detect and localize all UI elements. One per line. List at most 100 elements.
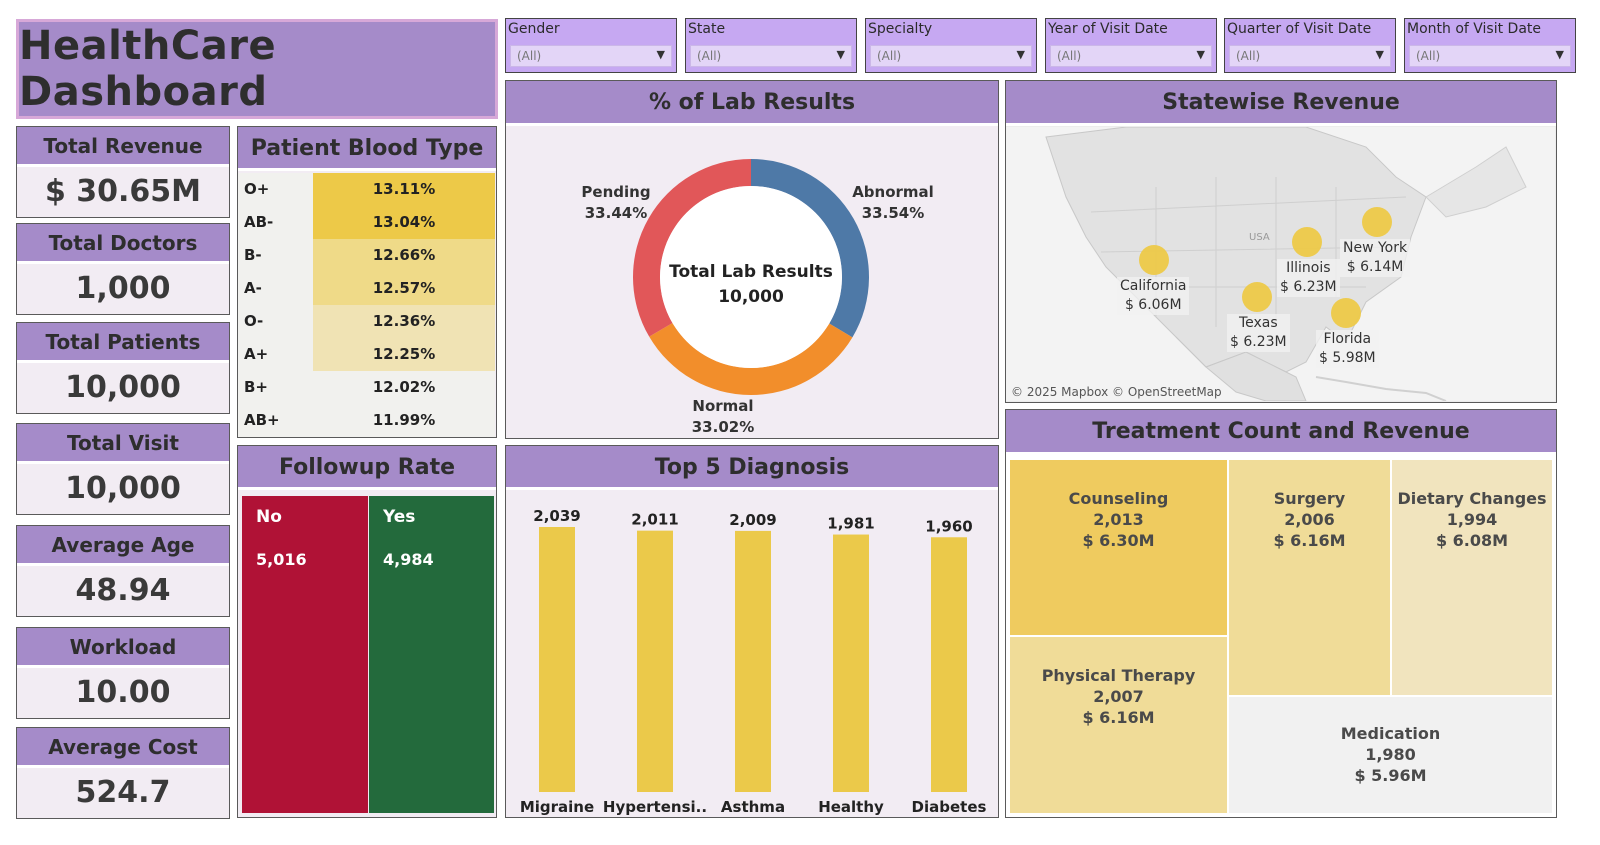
kpi-value: 1,000: [75, 271, 171, 306]
diagnosis-data-label: 2,009: [729, 511, 776, 529]
map-canvas[interactable]: USA California $ 6.06M Illinois $ 6.23M Ne…: [1006, 127, 1555, 401]
diagnosis-data-label: 1,960: [925, 517, 972, 535]
blood-type-row[interactable]: B+ 12.02%: [238, 371, 495, 404]
diagnosis-bar[interactable]: [637, 530, 673, 792]
blood-type-name: O+: [244, 180, 270, 198]
kpi-total-doctors: Total Doctors 1,000: [16, 223, 230, 315]
diagnosis-bar-chart: 2,039 Migraine 2,011 Hypertensi.. 2,009 Asthm…: [520, 507, 987, 816]
diagnosis-bar[interactable]: [735, 530, 771, 792]
treemap-cell-dietary-changes[interactable]: Dietary Changes 1,994 $ 6.08M: [1392, 460, 1554, 697]
blood-type-name: A-: [244, 279, 262, 297]
kpi-label: Total Visit: [17, 424, 229, 464]
filter-specialty[interactable]: Specialty (All) ▼: [865, 18, 1037, 73]
diagnosis-bar[interactable]: [931, 537, 967, 792]
blood-type-row[interactable]: AB- 13.04%: [238, 206, 495, 239]
panel-title: Patient Blood Type: [238, 127, 496, 171]
filter-gender[interactable]: Gender (All) ▼: [505, 18, 677, 73]
followup-no-block[interactable]: No 5,016: [242, 496, 368, 813]
filter-month[interactable]: Month of Visit Date (All) ▼: [1404, 18, 1576, 73]
filter-label: Gender: [508, 21, 560, 37]
map-label-texas: Texas $ 6.23M: [1227, 314, 1290, 352]
blood-type-row[interactable]: A+ 12.25%: [238, 338, 495, 371]
diagnosis-category-label: Asthma: [721, 798, 785, 816]
treemap-cell-physical-therapy[interactable]: Physical Therapy 2,007 $ 6.16M: [1010, 637, 1229, 815]
chevron-down-icon[interactable]: ▼: [837, 48, 845, 61]
followup-yes-value: 4,984: [383, 550, 434, 569]
filter-select[interactable]: (All) ▼: [1229, 45, 1391, 67]
followup-yes-block[interactable]: Yes 4,984: [369, 496, 494, 813]
blood-type-pct: 12.66%: [313, 239, 495, 272]
filter-select[interactable]: (All) ▼: [1050, 45, 1212, 67]
filter-state[interactable]: State (All) ▼: [685, 18, 857, 73]
panel-title: Treatment Count and Revenue: [1006, 410, 1556, 455]
diagnosis-category-label: Healthy: [818, 798, 884, 816]
chevron-down-icon[interactable]: ▼: [1197, 48, 1205, 61]
kpi-value: 10,000: [65, 471, 181, 506]
blood-type-row[interactable]: B- 12.66%: [238, 239, 495, 272]
panel-title: Statewise Revenue: [1006, 81, 1556, 126]
dashboard-title: HealthCare Dashboard: [19, 23, 277, 115]
kpi-value: $ 30.65M: [44, 174, 202, 209]
kpi-total-patients: Total Patients 10,000: [16, 322, 230, 414]
map-panel: Statewise Revenue USA California $ 6.06M …: [1005, 80, 1557, 403]
blood-type-name: B+: [244, 378, 269, 396]
kpi-total-visit: Total Visit 10,000: [16, 423, 230, 515]
blood-type-name: AB+: [244, 411, 280, 429]
land-shape: [1425, 146, 1527, 218]
filter-select[interactable]: (All) ▼: [510, 45, 672, 67]
blood-type-row[interactable]: AB+ 11.99%: [238, 404, 495, 437]
map-label-florida: Florida $ 5.98M: [1316, 330, 1379, 368]
blood-type-row[interactable]: O- 12.36%: [238, 305, 495, 338]
blood-type-name: AB-: [244, 213, 274, 231]
diagnosis-category-label: Hypertensi..: [603, 798, 707, 816]
treemap-cell-surgery[interactable]: Surgery 2,006 $ 6.16M: [1229, 460, 1392, 697]
kpi-average-age: Average Age 48.94: [16, 525, 230, 617]
filter-label: Specialty: [868, 21, 933, 37]
blood-type-row[interactable]: A- 12.57%: [238, 272, 495, 305]
chevron-down-icon[interactable]: ▼: [1556, 48, 1564, 61]
diagnosis-bar[interactable]: [539, 527, 575, 792]
filter-year[interactable]: Year of Visit Date (All) ▼: [1045, 18, 1217, 73]
diagnosis-bar[interactable]: [833, 534, 869, 792]
map-dot-california[interactable]: [1139, 245, 1169, 275]
map-dot-illinois[interactable]: [1292, 227, 1322, 257]
kpi-label: Total Patients: [17, 323, 229, 363]
filter-select[interactable]: (All) ▼: [690, 45, 852, 67]
slice-value-abnormal: 33.54%: [862, 204, 924, 222]
map-dot-florida[interactable]: [1331, 298, 1361, 328]
kpi-workload: Workload 10.00: [16, 627, 230, 719]
blood-type-pct: 12.57%: [313, 272, 495, 305]
filter-select[interactable]: (All) ▼: [870, 45, 1032, 67]
blood-type-name: O-: [244, 312, 264, 330]
filter-label: Month of Visit Date: [1407, 21, 1542, 37]
blood-type-pct: 12.36%: [313, 305, 495, 338]
map-dot-texas[interactable]: [1242, 282, 1272, 312]
treemap-cell-medication[interactable]: Medication 1,980 $ 5.96M: [1229, 697, 1554, 815]
kpi-value: 48.94: [75, 573, 171, 608]
map-label-california: California $ 6.06M: [1117, 277, 1190, 315]
blood-type-name: B-: [244, 246, 262, 264]
kpi-value: 10,000: [65, 370, 181, 405]
slice-label-pending: Pending: [581, 183, 650, 201]
blood-type-row[interactable]: O+ 13.11%: [238, 173, 495, 206]
chevron-down-icon[interactable]: ▼: [1376, 48, 1384, 61]
lab-results-donut-chart: Total Lab Results 10,000 Abnormal 33.54%…: [581, 159, 934, 436]
kpi-label: Workload: [17, 628, 229, 668]
filter-label: Quarter of Visit Date: [1227, 21, 1372, 37]
filter-select[interactable]: (All) ▼: [1409, 45, 1571, 67]
donut-center-label: Total Lab Results: [669, 262, 833, 282]
filter-quarter[interactable]: Quarter of Visit Date (All) ▼: [1224, 18, 1396, 73]
blood-type-pct: 12.25%: [313, 338, 495, 371]
kpi-total-revenue: Total Revenue $ 30.65M: [16, 126, 230, 218]
map-dot-new-york[interactable]: [1362, 207, 1392, 237]
diagnosis-category-label: Diabetes: [912, 798, 987, 816]
kpi-label: Average Age: [17, 526, 229, 566]
kpi-value: 10.00: [75, 675, 171, 710]
chevron-down-icon[interactable]: ▼: [657, 48, 665, 61]
slice-label-abnormal: Abnormal: [852, 183, 934, 201]
lab-results-panel: % of Lab Results Total Lab Results 10,00…: [505, 80, 999, 439]
diagnosis-data-label: 2,011: [631, 511, 678, 529]
blood-type-table: O+ 13.11% AB- 13.04% B- 12.66% A- 12.57% O- 12.36…: [238, 173, 495, 437]
chevron-down-icon[interactable]: ▼: [1017, 48, 1025, 61]
treemap-cell-counseling[interactable]: Counseling 2,013 $ 6.30M: [1010, 460, 1229, 637]
